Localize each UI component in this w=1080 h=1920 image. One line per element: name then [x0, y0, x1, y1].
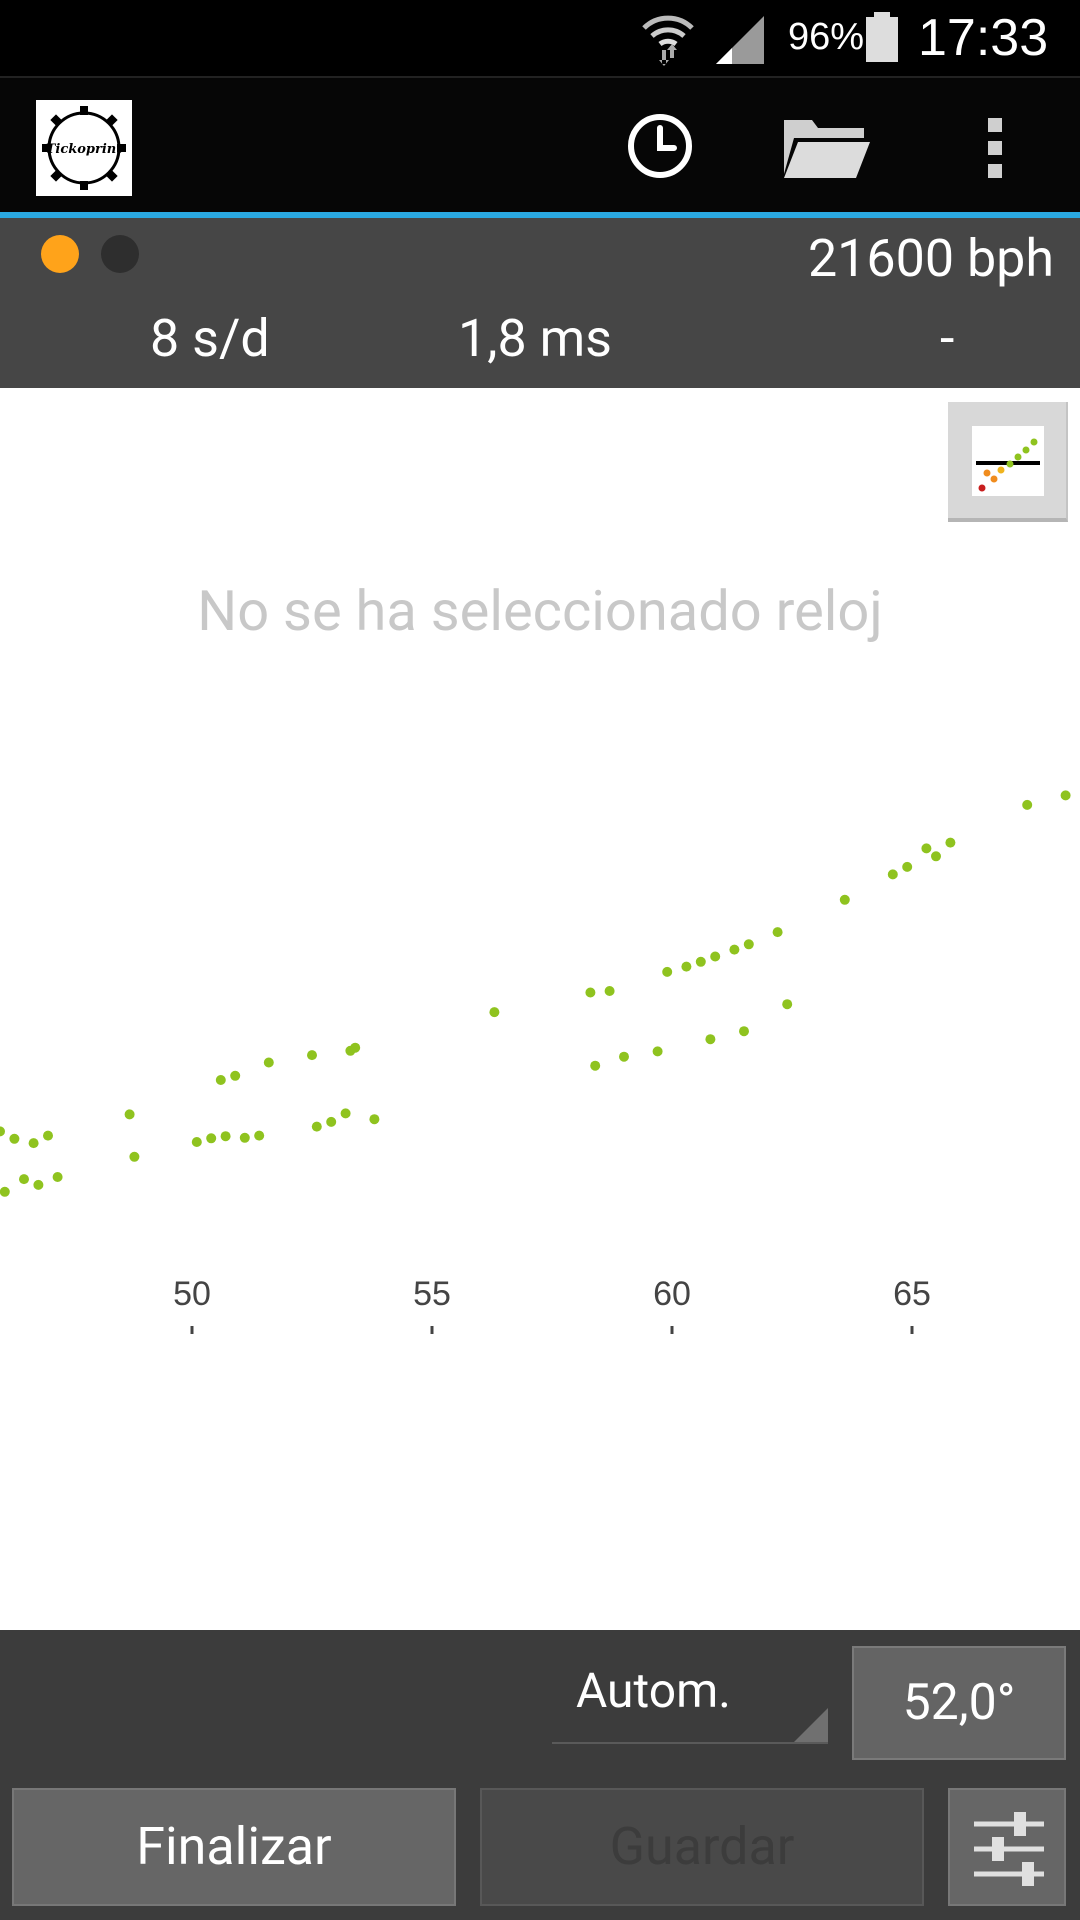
data-point	[1022, 799, 1033, 810]
data-point	[206, 1133, 217, 1144]
data-point	[350, 1042, 361, 1053]
gear-logo-icon: Tickoprint	[42, 106, 126, 190]
rate-value: 8 s/d	[150, 308, 270, 369]
clock-icon[interactable]	[626, 112, 694, 180]
finish-button[interactable]: Finalizar	[12, 1788, 456, 1906]
data-point	[782, 999, 793, 1010]
folder-icon[interactable]	[780, 116, 872, 180]
bottom-controls: Autom. 52,0° Finalizar Guardar	[0, 1630, 1080, 1920]
data-point	[191, 1137, 202, 1147]
x-tick-label: 60	[653, 1275, 691, 1313]
data-point	[0, 1126, 5, 1137]
data-point	[619, 1051, 629, 1062]
data-point	[739, 1026, 749, 1037]
data-point	[772, 927, 783, 938]
data-point	[43, 1130, 53, 1141]
status-indicator-inactive	[101, 235, 139, 273]
lift-angle-field[interactable]: 52,0°	[852, 1646, 1066, 1760]
data-point	[340, 1108, 351, 1119]
data-point	[28, 1138, 39, 1149]
app-logo[interactable]: Tickoprint	[36, 100, 132, 196]
data-point	[931, 851, 941, 862]
data-point	[326, 1116, 337, 1127]
data-point	[129, 1151, 140, 1162]
beat-error-value: -	[940, 308, 955, 369]
scatter-chart-icon	[972, 426, 1044, 496]
data-point	[124, 1109, 135, 1120]
overflow-menu-icon[interactable]	[980, 114, 1012, 182]
amplitude-value: 1,8 ms	[458, 308, 613, 369]
x-tick-label: 50	[173, 1275, 211, 1313]
signal-icon	[716, 16, 764, 64]
data-point	[369, 1114, 380, 1125]
data-point	[220, 1131, 231, 1142]
data-point	[19, 1174, 29, 1185]
battery-icon	[866, 12, 898, 62]
logo-wordmark: Tickoprint	[46, 142, 123, 157]
data-point	[263, 1057, 274, 1068]
measurement-panel: 21600 bph 8 s/d 1,8 ms -	[0, 218, 1080, 388]
sliders-icon	[974, 1812, 1044, 1886]
data-point	[489, 1007, 500, 1018]
x-tick-label: 55	[413, 1275, 451, 1313]
data-point	[921, 843, 932, 854]
no-watch-message: No se ha seleccionado reloj	[197, 578, 883, 644]
data-point	[902, 861, 913, 872]
x-tick-label: 65	[893, 1275, 931, 1313]
battery-percentage: 96%	[788, 16, 865, 58]
data-point	[705, 1034, 716, 1045]
data-point	[9, 1133, 20, 1144]
chart-mode-button[interactable]	[948, 402, 1068, 522]
mode-dropdown-value: Autom.	[576, 1662, 731, 1719]
data-point	[652, 1046, 663, 1057]
data-point	[710, 951, 721, 962]
data-point	[1060, 790, 1071, 801]
scatter-chart: 50 55 60 65	[0, 790, 1071, 1334]
action-bar: Tickoprint	[0, 76, 1080, 214]
data-point	[230, 1070, 241, 1081]
status-indicator-active	[41, 235, 79, 273]
data-point	[311, 1121, 322, 1132]
save-button[interactable]: Guardar	[480, 1788, 924, 1906]
data-point	[695, 956, 706, 967]
data-point	[662, 966, 673, 977]
data-point	[33, 1179, 44, 1190]
beat-rate[interactable]: 21600 bph	[808, 228, 1054, 289]
data-point	[681, 961, 692, 972]
data-point	[729, 944, 740, 955]
status-time: 17:33	[918, 9, 1049, 67]
data-point	[0, 1186, 10, 1197]
timegraph-area[interactable]: 50 55 60 65 No se ha seleccionado reloj	[0, 388, 1080, 1630]
mode-dropdown[interactable]: Autom.	[552, 1646, 828, 1744]
data-point	[52, 1172, 63, 1182]
wifi-icon	[642, 15, 694, 66]
data-point	[743, 939, 754, 950]
dropdown-triangle-icon	[794, 1708, 828, 1742]
data-point	[254, 1130, 265, 1141]
data-point	[215, 1075, 226, 1085]
data-point	[239, 1132, 250, 1143]
data-point	[590, 1060, 601, 1071]
data-point	[307, 1050, 317, 1061]
data-point	[945, 837, 956, 848]
app-screen: 96% 17:33 Tickoprint 21600 bph 8 s/d 1,8…	[0, 0, 1080, 1920]
data-point	[839, 894, 850, 905]
settings-button[interactable]	[948, 1788, 1066, 1906]
data-point	[585, 987, 596, 998]
data-point	[887, 869, 898, 880]
data-point	[604, 986, 615, 996]
status-bar: 96% 17:33	[0, 0, 1080, 76]
